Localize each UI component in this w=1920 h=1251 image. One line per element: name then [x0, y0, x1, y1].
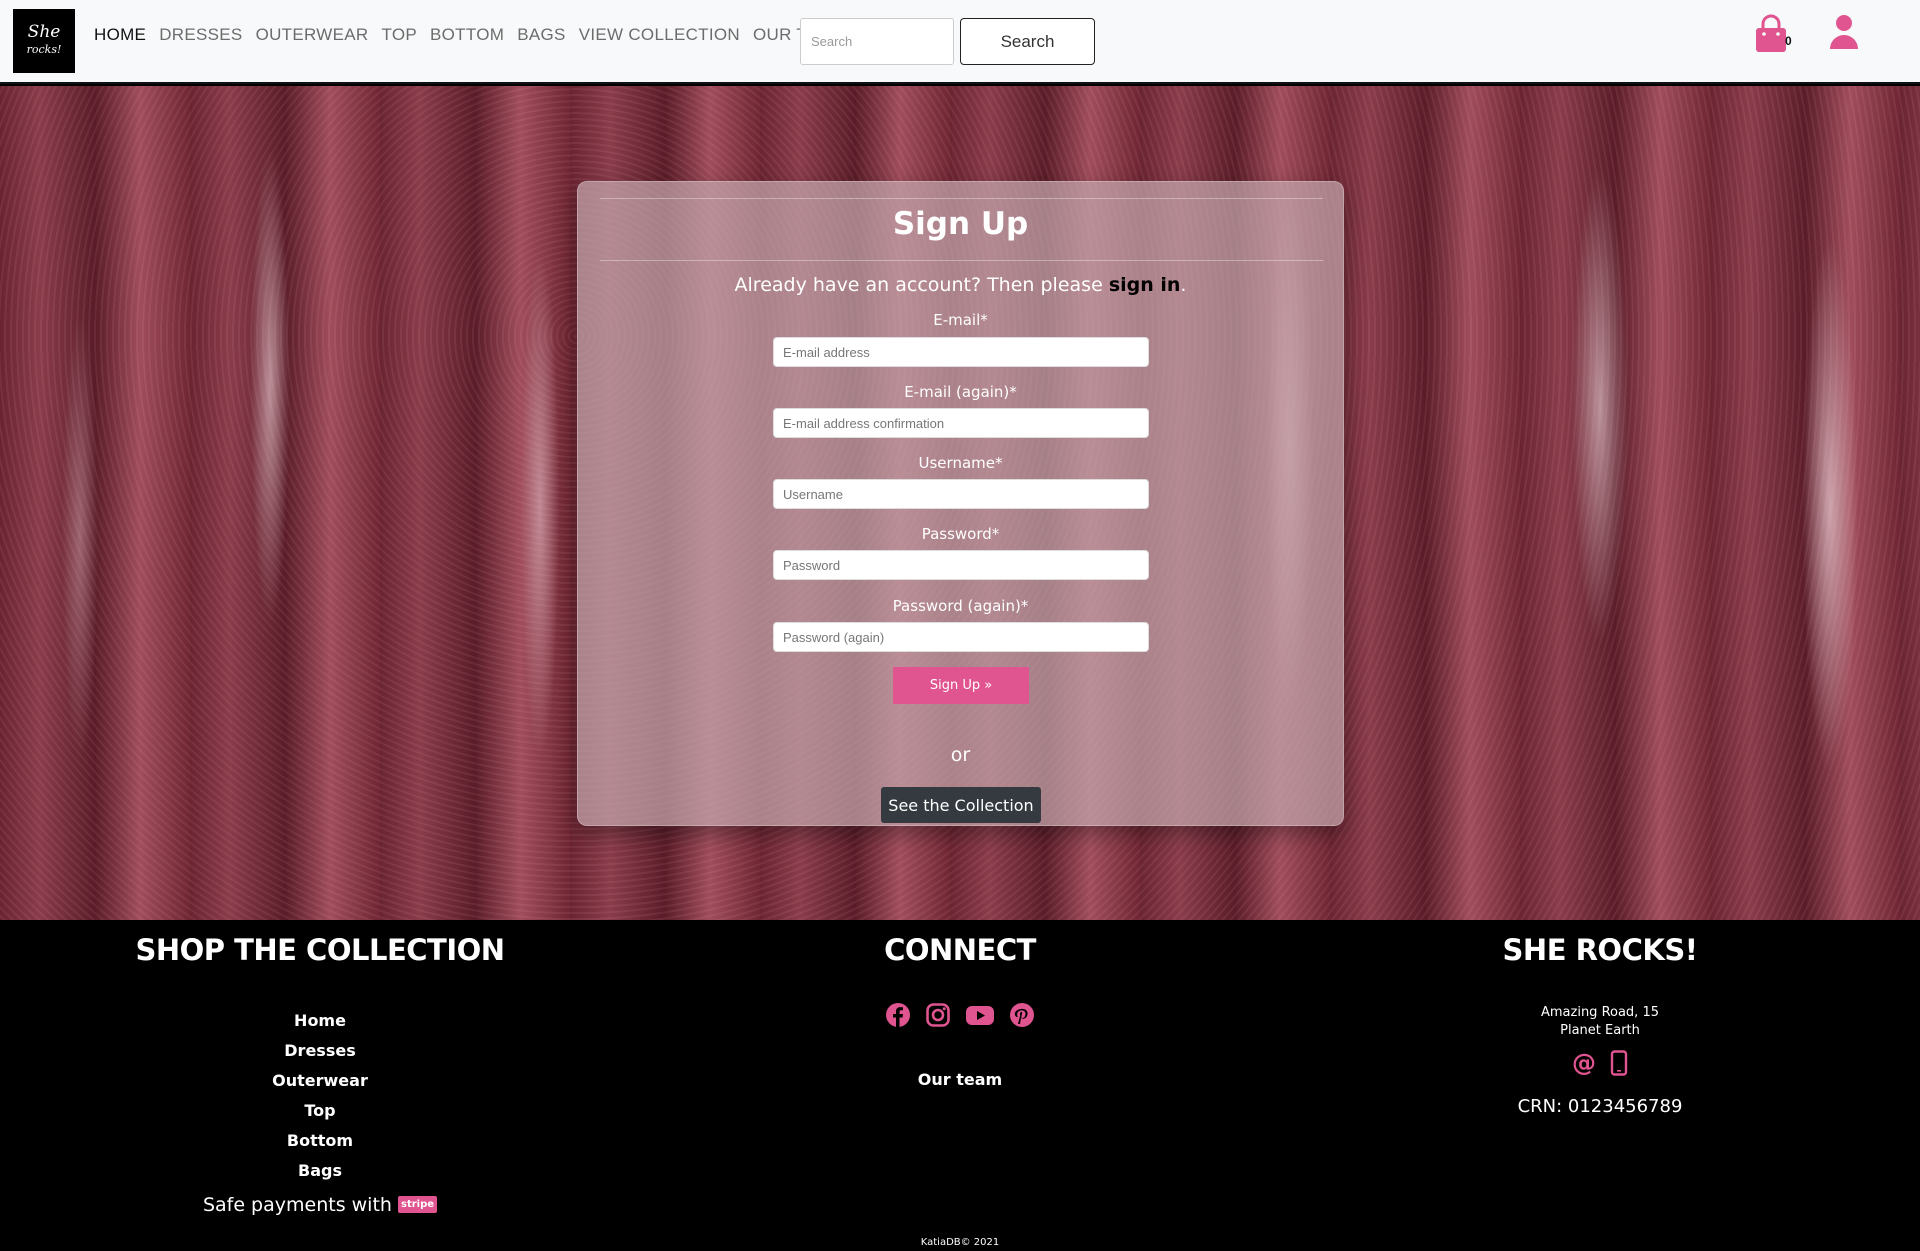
- logo-text-she: She: [27, 22, 61, 42]
- nav-link-dresses[interactable]: Dresses: [159, 25, 242, 45]
- footer-brand-heading: SHE ROCKS!: [1502, 933, 1698, 967]
- footer-link-outerwear[interactable]: Outerwear: [0, 1066, 640, 1096]
- stripe-logo: stripe: [398, 1196, 438, 1213]
- footer-shop-links: Home Dresses Outerwear Top Bottom Bags: [0, 1006, 640, 1186]
- contact-links: @: [1280, 1050, 1920, 1076]
- username-field[interactable]: [773, 479, 1149, 509]
- page-title: Sign Up: [892, 206, 1029, 242]
- footer-link-top[interactable]: Top: [0, 1096, 640, 1126]
- svg-text:@: @: [1572, 1050, 1596, 1076]
- footer: SHOP THE COLLECTION Home Dresses Outerwe…: [0, 920, 1920, 1251]
- password-confirm-label: Password (again)*: [892, 597, 1029, 615]
- nav-link-bottom[interactable]: Bottom: [430, 25, 504, 45]
- footer-link-our-team[interactable]: Our team: [640, 1070, 1280, 1089]
- card-top-divider: [600, 198, 1323, 199]
- nav-link-home[interactable]: Home: [94, 25, 146, 45]
- or-separator: or: [950, 744, 971, 766]
- social-links: [640, 1002, 1280, 1028]
- hero-background: Sign Up Already have an account? Then pl…: [0, 86, 1920, 920]
- password-field[interactable]: [773, 550, 1149, 580]
- footer-link-bottom[interactable]: Bottom: [0, 1126, 640, 1156]
- youtube-icon[interactable]: [965, 1002, 995, 1028]
- address-line-1: Amazing Road, 15: [1540, 1005, 1659, 1020]
- search-button[interactable]: Search: [960, 18, 1095, 65]
- user-account-icon[interactable]: [1828, 14, 1860, 50]
- nav-link-outerwear[interactable]: Outerwear: [256, 25, 369, 45]
- copyright: KatiaDB© 2021: [920, 1237, 1000, 1248]
- signin-prompt: Already have an account? Then please sig…: [578, 274, 1343, 296]
- signup-button[interactable]: Sign Up »: [893, 667, 1029, 704]
- nav-link-bags[interactable]: Bags: [517, 25, 565, 45]
- nav-link-view-collection[interactable]: View Collection: [579, 25, 740, 45]
- see-collection-button[interactable]: See the Collection: [881, 787, 1041, 823]
- address: Amazing Road, 15 Planet Earth: [1280, 1004, 1920, 1040]
- bag-count: 0: [1785, 34, 1792, 48]
- email-confirm-field[interactable]: [773, 408, 1149, 438]
- footer-link-bags[interactable]: Bags: [0, 1156, 640, 1186]
- password-label: Password*: [921, 525, 1000, 543]
- navbar: She rocks! Home Dresses Outerwear Top Bo…: [0, 0, 1920, 84]
- footer-link-dresses[interactable]: Dresses: [0, 1036, 640, 1066]
- email-field[interactable]: [773, 337, 1149, 367]
- password-confirm-field[interactable]: [773, 622, 1149, 652]
- email-label: E-mail*: [933, 311, 988, 329]
- signup-card: Sign Up Already have an account? Then pl…: [577, 181, 1344, 826]
- instagram-icon[interactable]: [925, 1002, 951, 1028]
- signin-link[interactable]: sign in: [1109, 274, 1181, 296]
- signin-prompt-text: Already have an account? Then please: [734, 274, 1109, 296]
- company-registration-number: CRN: 0123456789: [1517, 1096, 1683, 1117]
- safe-payments-text: Safe payments with: [202, 1194, 392, 1216]
- search-input[interactable]: [800, 18, 954, 65]
- footer-connect-heading: CONNECT: [884, 933, 1036, 967]
- logo-text-rocks: rocks!: [26, 43, 62, 56]
- safe-payments-note: Safe payments with stripe: [0, 1194, 640, 1216]
- site-logo[interactable]: She rocks!: [13, 9, 75, 73]
- facebook-icon[interactable]: [885, 1002, 911, 1028]
- mobile-phone-icon[interactable]: [1609, 1050, 1629, 1076]
- pinterest-icon[interactable]: [1009, 1002, 1035, 1028]
- username-label: Username*: [918, 454, 1003, 472]
- signin-prompt-suffix: .: [1180, 274, 1187, 296]
- card-title-divider: [600, 260, 1323, 261]
- footer-shop-heading: SHOP THE COLLECTION: [135, 933, 505, 967]
- at-sign-icon[interactable]: @: [1571, 1050, 1597, 1076]
- footer-link-home[interactable]: Home: [0, 1006, 640, 1036]
- nav-links: Home Dresses Outerwear Top Bottom Bags V…: [94, 25, 858, 45]
- email-confirm-label: E-mail (again)*: [904, 383, 1017, 401]
- address-line-2: Planet Earth: [1560, 1023, 1640, 1038]
- nav-link-top[interactable]: Top: [381, 25, 417, 45]
